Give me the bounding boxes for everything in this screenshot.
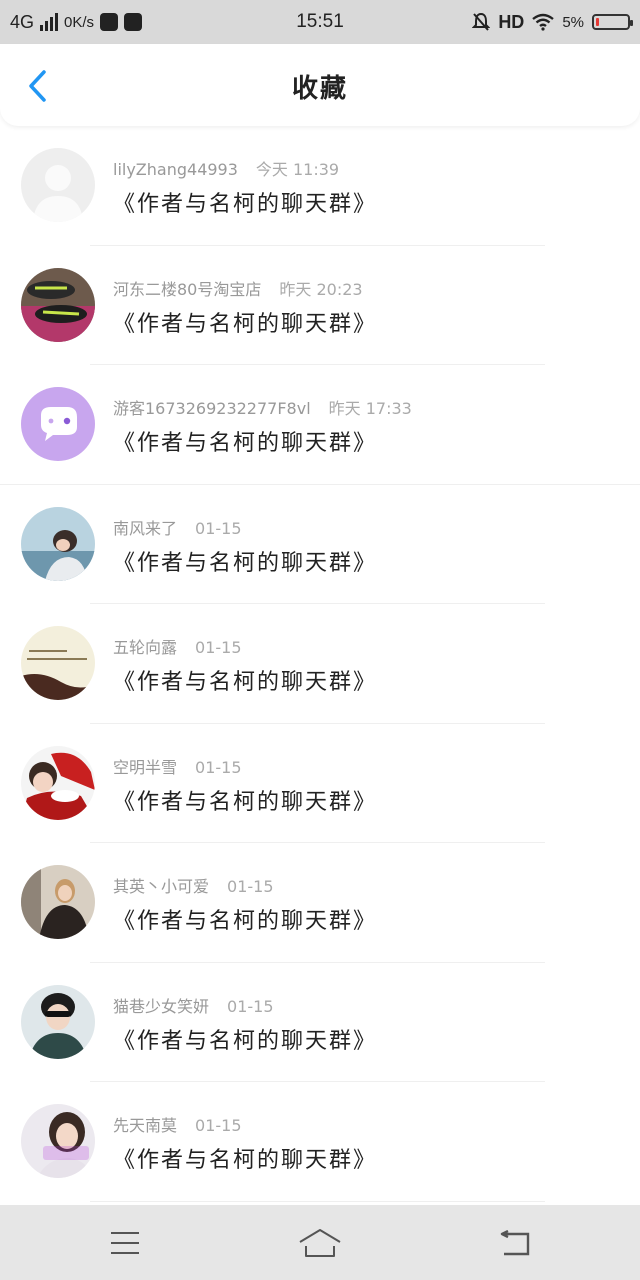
avatar [21, 984, 95, 1059]
item-meta: 猫巷少女笑妍 01-15 [113, 993, 274, 1017]
item-time: 01-15 [195, 518, 242, 538]
list-item[interactable]: lilyZhang44993 今天 11:39 《作者与名柯的聊天群》 [0, 126, 640, 246]
status-bar: 4G 0K/s 15:51 HD 5% [0, 0, 640, 44]
item-message: 《作者与名柯的聊天群》 [113, 789, 378, 815]
item-message: 《作者与名柯的聊天群》 [113, 550, 378, 576]
app-header: 收藏 [0, 44, 640, 126]
item-time: 昨天 17:33 [328, 399, 412, 418]
battery-percent: 5% [562, 13, 584, 31]
avatar [21, 267, 95, 342]
santa-photo-icon [21, 745, 95, 820]
item-meta: lilyZhang44993 今天 11:39 [113, 156, 339, 180]
item-message: 《作者与名柯的聊天群》 [113, 1148, 378, 1173]
list-item[interactable]: 其英丶小可爱 01-15 《作者与名柯的聊天群》 [0, 843, 640, 963]
sender-name: 南风来了 [113, 518, 178, 538]
avatar [21, 387, 95, 461]
item-meta: 空明半雪 01-15 [113, 754, 242, 778]
home-icon [299, 1229, 341, 1257]
system-back-button[interactable] [485, 1219, 545, 1267]
list-item[interactable]: 南风来了 01-15 《作者与名柯的聊天群》 [0, 485, 640, 604]
item-time: 今天 11:39 [255, 160, 340, 179]
sender-name: 河东二楼80号淘宝店 [113, 279, 262, 299]
avatar [21, 745, 95, 820]
sorry-photo-icon [21, 1104, 95, 1178]
sender-name: 先天南莫 [113, 1116, 178, 1135]
sender-name: 猫巷少女笑妍 [113, 996, 210, 1016]
hd-label: HD [498, 11, 525, 32]
item-time: 01-15 [195, 1116, 242, 1135]
chat-bubble-avatar-icon [21, 387, 95, 461]
sender-name: 五轮向露 [113, 638, 178, 657]
woman-photo-icon [21, 865, 95, 939]
girl-photo-icon [21, 506, 95, 581]
mute-bell-icon [472, 12, 491, 31]
boy-photo-icon [21, 984, 95, 1059]
menu-icon [111, 1232, 139, 1254]
text-photo-icon [21, 626, 95, 700]
status-right: HD 5% [472, 0, 633, 44]
menu-button[interactable] [95, 1219, 155, 1267]
divider [90, 1200, 545, 1202]
item-time: 01-15 [195, 638, 242, 657]
list-item[interactable]: 猫巷少女笑妍 01-15 《作者与名柯的聊天群》 [0, 963, 640, 1082]
item-message: 《作者与名柯的聊天群》 [113, 431, 378, 456]
avatar [21, 148, 95, 222]
favorites-list: lilyZhang44993 今天 11:39 《作者与名柯的聊天群》 河东二楼8… [0, 126, 640, 1202]
item-message: 《作者与名柯的聊天群》 [113, 1028, 378, 1054]
list-item[interactable]: 五轮向露 01-15 《作者与名柯的聊天群》 [0, 604, 640, 724]
item-meta: 其英丶小可爱 01-15 [113, 873, 274, 897]
sender-name: 其英丶小可爱 [113, 877, 210, 896]
avatar [21, 1104, 95, 1178]
battery-fill [596, 18, 599, 26]
sender-name: 空明半雪 [113, 757, 178, 777]
item-message: 《作者与名柯的聊天群》 [113, 192, 378, 217]
item-message: 《作者与名柯的聊天群》 [113, 909, 378, 934]
back-arrow-icon [500, 1230, 530, 1256]
item-meta: 游客1673269232277F8vl 昨天 17:33 [113, 395, 412, 419]
list-item[interactable]: 河东二楼80号淘宝店 昨天 20:23 《作者与名柯的聊天群》 [0, 246, 640, 365]
list-item[interactable]: 游客1673269232277F8vl 昨天 17:33 《作者与名柯的聊天群》 [0, 365, 640, 485]
item-meta: 先天南莫 01-15 [113, 1112, 242, 1136]
item-time: 01-15 [195, 757, 242, 777]
item-meta: 河东二楼80号淘宝店 昨天 20:23 [113, 276, 363, 300]
avatar [21, 506, 95, 581]
item-meta: 五轮向露 01-15 [113, 634, 242, 658]
item-time: 01-15 [227, 996, 274, 1016]
page-title: 收藏 [291, 74, 348, 104]
list-item[interactable]: 先天南莫 01-15 《作者与名柯的聊天群》 [0, 1082, 640, 1202]
sender-name: lilyZhang44993 [113, 160, 238, 179]
item-meta: 南风来了 01-15 [113, 515, 242, 539]
default-avatar-icon [21, 148, 95, 222]
item-message: 《作者与名柯的聊天群》 [113, 311, 378, 337]
item-time: 昨天 20:23 [279, 279, 363, 299]
list-item[interactable]: 空明半雪 01-15 《作者与名柯的聊天群》 [0, 724, 640, 843]
item-time: 01-15 [227, 877, 274, 896]
avatar [21, 626, 95, 700]
home-button[interactable] [290, 1219, 350, 1267]
avatar [21, 865, 95, 939]
wifi-icon [532, 13, 555, 31]
sender-name: 游客1673269232277F8vl [113, 399, 311, 418]
battery-icon [592, 14, 633, 30]
shoes-photo-icon [21, 267, 95, 342]
item-message: 《作者与名柯的聊天群》 [113, 670, 378, 695]
system-nav-bar [0, 1205, 640, 1280]
